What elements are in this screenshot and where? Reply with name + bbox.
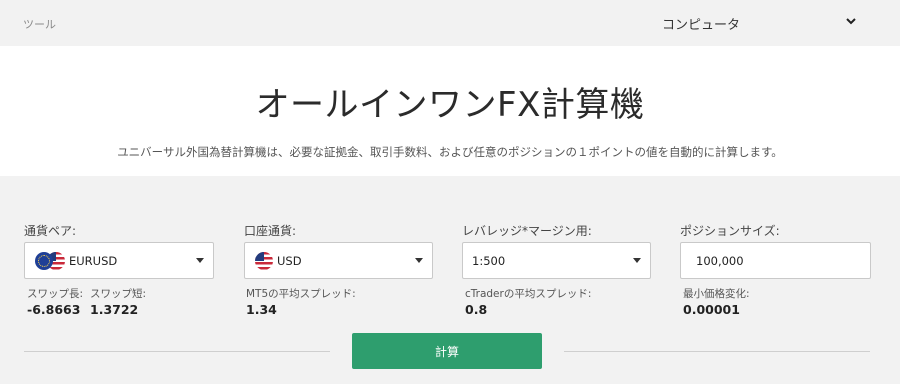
- min-price-change-label: 最小価格変化:: [683, 288, 750, 300]
- leverage-value: 1:500: [472, 254, 506, 268]
- leverage-label: レバレッジ*マージン用:: [462, 224, 592, 238]
- platform-select-value[interactable]: コンピュータ: [662, 14, 740, 33]
- position-size-value: 100,000: [696, 254, 744, 268]
- calculator-panel: 通貨ペア: EURUSD 口座通貨: USD レバレッジ*マージン用: 1:50…: [0, 176, 900, 384]
- mt5-spread-label: MT5の平均スプレッド:: [246, 288, 356, 300]
- swap-short-label: スワップ短:: [90, 288, 147, 300]
- leverage-select[interactable]: 1:500: [462, 242, 651, 279]
- swap-long-label: スワップ長:: [27, 288, 84, 300]
- min-price-change-value: 0.00001: [683, 302, 740, 317]
- account-currency-value: USD: [277, 254, 302, 268]
- divider-right: [564, 351, 870, 352]
- hero-section: オールインワンFX計算機 ユニバーサル外国為替計算機は、必要な証拠金、取引手数料…: [0, 46, 900, 176]
- pair-select[interactable]: EURUSD: [24, 242, 214, 279]
- caret-down-icon: [633, 258, 641, 263]
- page-title: オールインワンFX計算機: [255, 85, 645, 125]
- caret-down-icon: [196, 258, 204, 263]
- top-bar: ツール コンピュータ: [0, 0, 900, 46]
- ctrader-spread-label: cTraderの平均スプレッド:: [465, 288, 592, 300]
- page-description: ユニバーサル外国為替計算機は、必要な証拠金、取引手数料、および任意のポジションの…: [117, 145, 783, 159]
- chevron-down-icon[interactable]: [843, 13, 859, 29]
- swap-short-value: 1.3722: [90, 302, 139, 317]
- breadcrumb[interactable]: ツール: [23, 16, 56, 32]
- calculate-button[interactable]: 計算: [352, 333, 542, 369]
- divider-left: [24, 351, 330, 352]
- eu-flag-icon: [35, 252, 53, 270]
- mt5-spread-value: 1.34: [246, 302, 277, 317]
- pair-label: 通貨ペア:: [24, 224, 77, 238]
- swap-long-value: -6.8663: [27, 302, 81, 317]
- position-size-label: ポジションサイズ:: [680, 224, 780, 238]
- pair-value: EURUSD: [69, 254, 118, 268]
- ctrader-spread-value: 0.8: [465, 302, 488, 317]
- account-currency-label: 口座通貨:: [244, 224, 297, 238]
- caret-down-icon: [415, 258, 423, 263]
- position-size-input[interactable]: 100,000: [680, 242, 871, 279]
- us-flag-icon: [255, 252, 273, 270]
- account-currency-select[interactable]: USD: [244, 242, 433, 279]
